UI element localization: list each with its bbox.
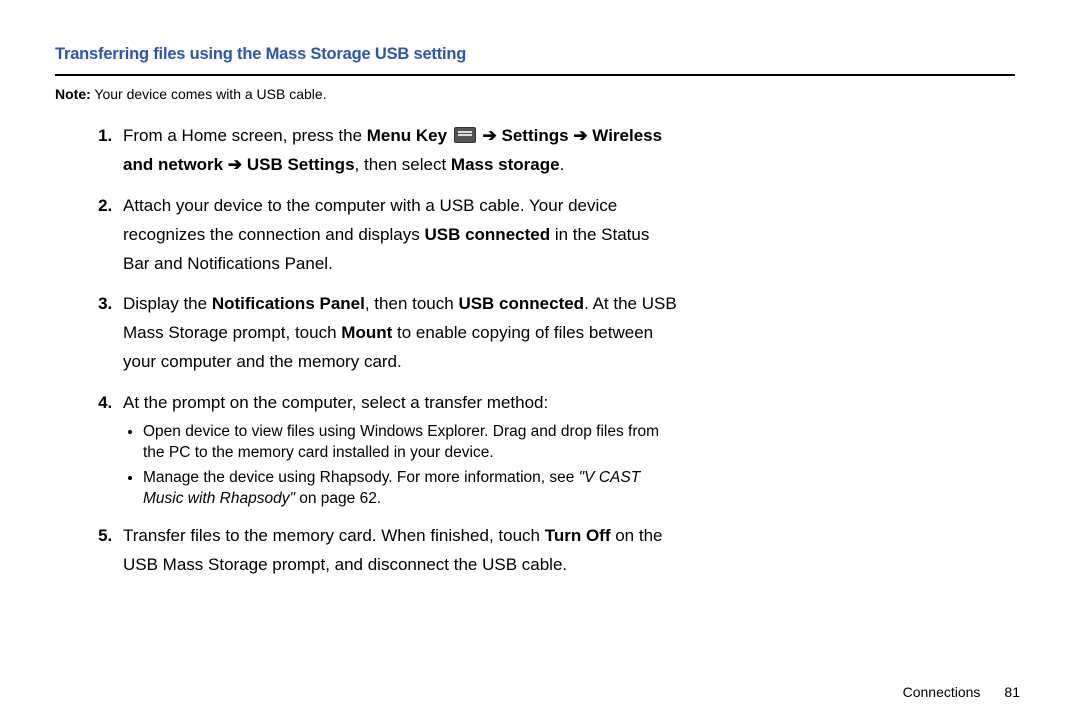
step-3-text: Display the xyxy=(123,294,212,313)
note-text: Your device comes with a USB cable. xyxy=(91,86,327,102)
usb-connected-label: USB connected xyxy=(424,225,550,244)
step-1: From a Home screen, press the Menu Key ➔… xyxy=(117,122,677,180)
step-1-text: From a Home screen, press the xyxy=(123,126,367,145)
menu-key-icon xyxy=(454,127,476,143)
step-4-b2-tail: on page 62. xyxy=(295,490,381,507)
step-4-b2-text: Manage the device using Rhapsody. For mo… xyxy=(143,469,579,486)
step-1-end: . xyxy=(560,155,565,174)
menu-key-label: Menu Key xyxy=(367,126,447,145)
step-2: Attach your device to the computer with … xyxy=(117,192,677,279)
step-4-sublist: Open device to view files using Windows … xyxy=(123,422,677,510)
divider xyxy=(55,74,1015,76)
notifications-panel-label: Notifications Panel xyxy=(212,294,365,313)
mount-label: Mount xyxy=(341,323,392,342)
usb-connected-label2: USB connected xyxy=(458,294,584,313)
step-5-text: Transfer files to the memory card. When … xyxy=(123,526,545,545)
step-5: Transfer files to the memory card. When … xyxy=(117,522,677,580)
mass-storage-label: Mass storage xyxy=(451,155,560,174)
footer-page-number: 81 xyxy=(1004,684,1020,700)
section-heading: Transferring files using the Mass Storag… xyxy=(55,45,1030,64)
usb-settings-label: USB Settings xyxy=(247,155,355,174)
step-4-bullet-2: Manage the device using Rhapsody. For mo… xyxy=(143,468,677,510)
step-1-text2: , then select xyxy=(355,155,451,174)
arrow-icon: ➔ xyxy=(483,126,497,145)
arrow-icon: ➔ xyxy=(228,155,242,174)
step-3-text2: , then touch xyxy=(365,294,459,313)
arrow-icon: ➔ xyxy=(573,126,587,145)
step-4-text: At the prompt on the computer, select a … xyxy=(123,393,548,412)
steps-list: From a Home screen, press the Menu Key ➔… xyxy=(55,122,677,579)
step-4-bullet-1: Open device to view files using Windows … xyxy=(143,422,677,464)
turn-off-label: Turn Off xyxy=(545,526,611,545)
note-label: Note: xyxy=(55,86,91,102)
footer-section: Connections xyxy=(903,684,981,700)
step-3: Display the Notifications Panel, then to… xyxy=(117,290,677,377)
note-line: Note: Your device comes with a USB cable… xyxy=(55,86,1030,102)
settings-label: Settings xyxy=(502,126,569,145)
step-4: At the prompt on the computer, select a … xyxy=(117,389,677,510)
page-footer: Connections 81 xyxy=(903,684,1020,700)
